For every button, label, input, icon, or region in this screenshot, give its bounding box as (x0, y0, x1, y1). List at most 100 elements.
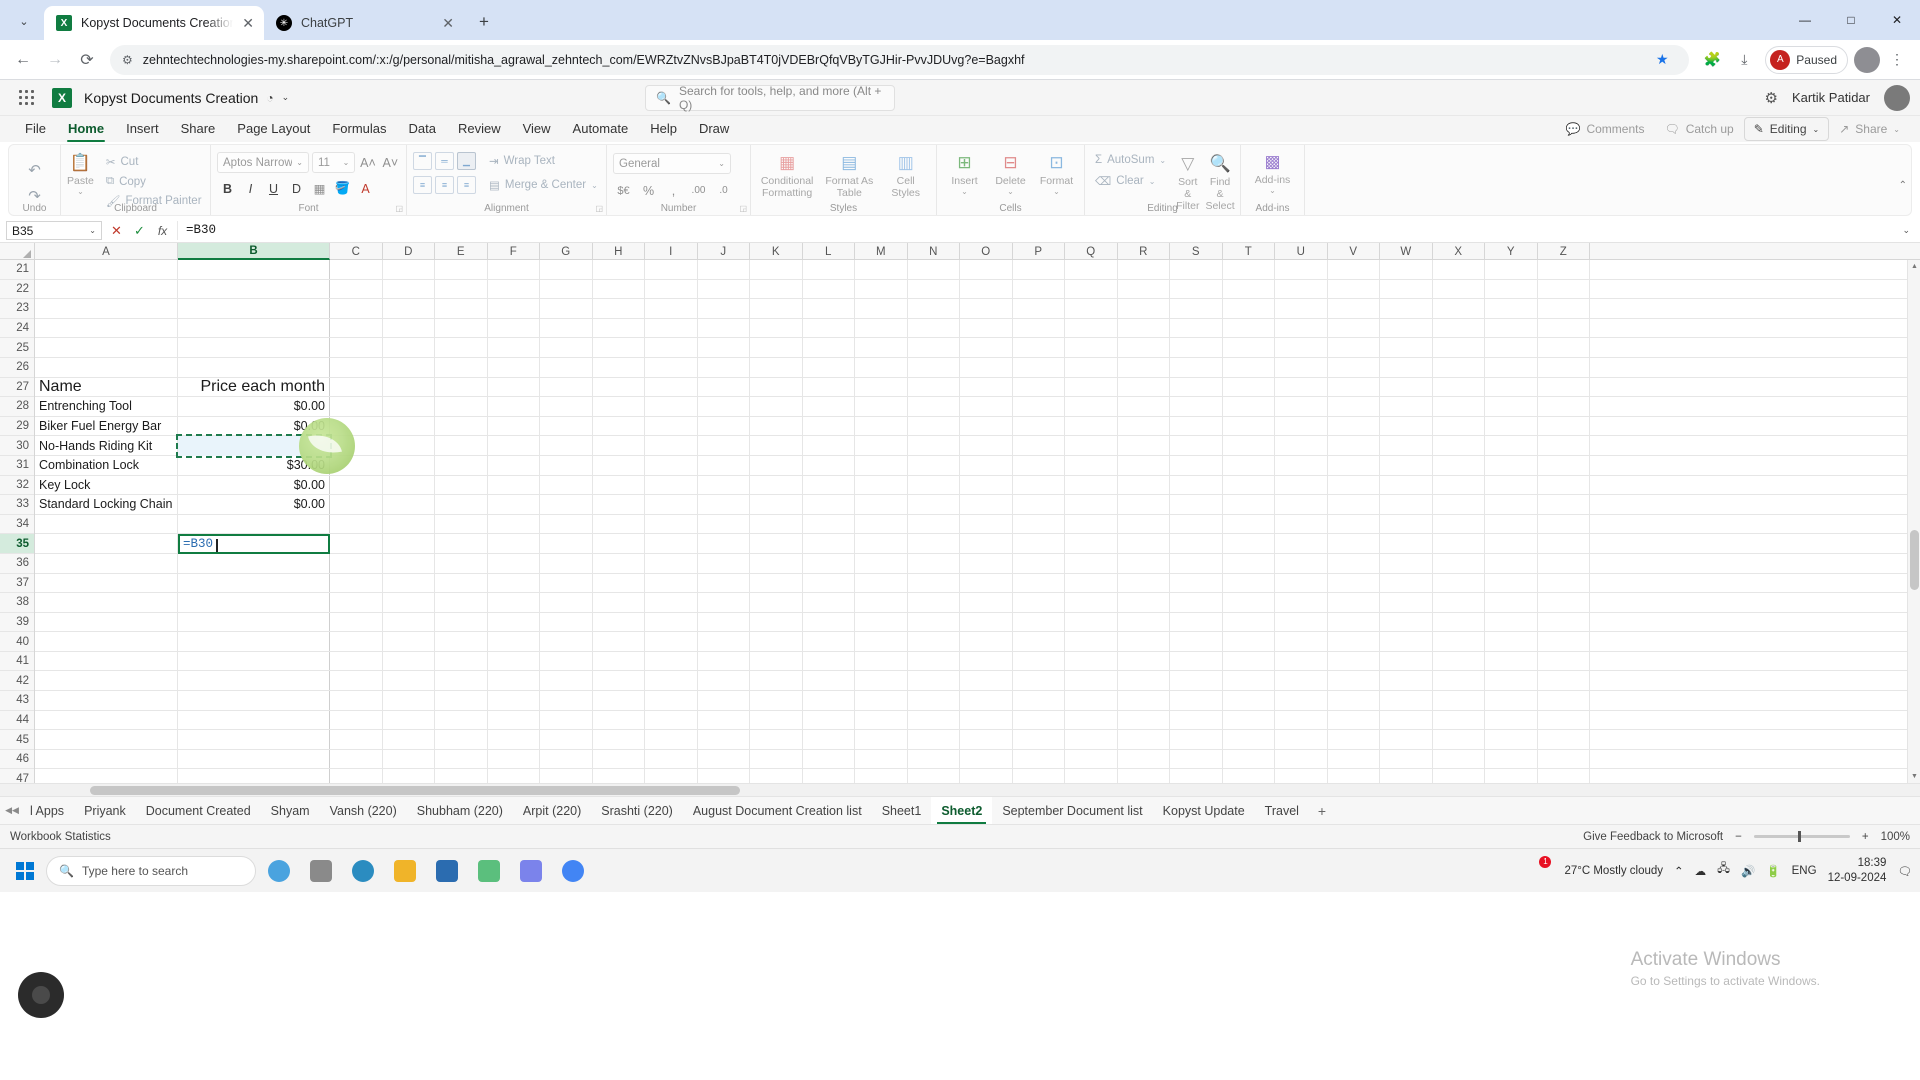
cell-U44[interactable] (1275, 710, 1328, 730)
cell-W33[interactable] (1380, 495, 1433, 514)
cell-A26[interactable] (35, 357, 178, 377)
cell-I42[interactable] (645, 671, 698, 691)
cell-Z45[interactable] (1538, 730, 1590, 749)
cell-O31[interactable] (960, 455, 1013, 475)
cell-C27[interactable] (330, 377, 383, 397)
row-header-27[interactable]: 27 (0, 378, 34, 398)
row-header-41[interactable]: 41 (0, 652, 34, 672)
row-header-42[interactable]: 42 (0, 671, 34, 692)
cell-D33[interactable] (383, 495, 435, 514)
cell-Z44[interactable] (1538, 710, 1590, 730)
cell-W42[interactable] (1380, 671, 1433, 691)
cell-M43[interactable] (855, 691, 908, 710)
cell-Y22[interactable] (1485, 279, 1538, 299)
cell-Z36[interactable] (1538, 553, 1590, 573)
cell-Y26[interactable] (1485, 357, 1538, 377)
cell-J31[interactable] (698, 455, 750, 475)
cell-G42[interactable] (540, 671, 593, 691)
bold-button[interactable]: B (217, 178, 238, 199)
cell-B33[interactable]: $0.00 (178, 495, 330, 514)
teams-icon[interactable] (512, 854, 550, 888)
row-header-43[interactable]: 43 (0, 691, 34, 711)
cell-F45[interactable] (488, 730, 540, 749)
cell-W32[interactable] (1380, 475, 1433, 495)
cell-Q46[interactable] (1065, 749, 1118, 769)
cell-X39[interactable] (1433, 612, 1485, 632)
cell-D43[interactable] (383, 691, 435, 710)
cell-H46[interactable] (593, 749, 645, 769)
minimize-icon[interactable]: — (1782, 0, 1828, 40)
cell-T26[interactable] (1223, 357, 1275, 377)
cell-M38[interactable] (855, 593, 908, 612)
cell-I26[interactable] (645, 357, 698, 377)
cell-H35[interactable] (593, 534, 645, 553)
row-header-31[interactable]: 31 (0, 456, 34, 476)
cell-G35[interactable] (540, 534, 593, 553)
cell-J41[interactable] (698, 651, 750, 671)
vertical-scroll-thumb[interactable] (1910, 530, 1919, 590)
browser-tab-excel[interactable]: X Kopyst Documents Creation.xlsx ✕ (44, 6, 264, 40)
cell-N35[interactable] (908, 534, 960, 553)
cell-K32[interactable] (750, 475, 803, 495)
cell-G24[interactable] (540, 318, 593, 338)
tab-automate[interactable]: Automate (562, 116, 640, 142)
row-header-33[interactable]: 33 (0, 495, 34, 515)
column-header-P[interactable]: P (1013, 243, 1065, 260)
cell-V39[interactable] (1328, 612, 1380, 632)
row-header-45[interactable]: 45 (0, 730, 34, 750)
cell-W29[interactable] (1380, 416, 1433, 436)
cell-S28[interactable] (1170, 397, 1223, 416)
cell-Y32[interactable] (1485, 475, 1538, 495)
cell-C37[interactable] (330, 573, 383, 593)
cell-D32[interactable] (383, 475, 435, 495)
cell-M35[interactable] (855, 534, 908, 553)
cell-T31[interactable] (1223, 455, 1275, 475)
cell-Y31[interactable] (1485, 455, 1538, 475)
cell-G37[interactable] (540, 573, 593, 593)
cell-Q21[interactable] (1065, 260, 1118, 279)
cell-L22[interactable] (803, 279, 855, 299)
cell-H42[interactable] (593, 671, 645, 691)
column-header-B[interactable]: B (178, 243, 330, 260)
cell-U21[interactable] (1275, 260, 1328, 279)
chrome-taskbar-icon[interactable] (554, 854, 592, 888)
cell-Z40[interactable] (1538, 632, 1590, 651)
cell-A29[interactable]: Biker Fuel Energy Bar (35, 416, 178, 436)
cell-H38[interactable] (593, 593, 645, 612)
cell-Q30[interactable] (1065, 436, 1118, 455)
cell-J42[interactable] (698, 671, 750, 691)
cell-X29[interactable] (1433, 416, 1485, 436)
cell-A21[interactable] (35, 260, 178, 279)
cell-E31[interactable] (435, 455, 488, 475)
cell-I35[interactable] (645, 534, 698, 553)
cell-J39[interactable] (698, 612, 750, 632)
cell-F44[interactable] (488, 710, 540, 730)
column-header-A[interactable]: A (35, 243, 178, 260)
sheet-tab-sheet1[interactable]: Sheet1 (872, 797, 932, 824)
cell-D27[interactable] (383, 377, 435, 397)
column-header-R[interactable]: R (1118, 243, 1170, 260)
cell-U30[interactable] (1275, 436, 1328, 455)
cell-U35[interactable] (1275, 534, 1328, 553)
cell-I22[interactable] (645, 279, 698, 299)
cell-R41[interactable] (1118, 651, 1170, 671)
cell-H31[interactable] (593, 455, 645, 475)
cell-D28[interactable] (383, 397, 435, 416)
cell-H44[interactable] (593, 710, 645, 730)
align-bottom-icon[interactable]: ▁ (457, 152, 476, 170)
increase-decimal-icon[interactable]: .00 (688, 180, 709, 201)
cell-W35[interactable] (1380, 534, 1433, 553)
cell-G29[interactable] (540, 416, 593, 436)
row-header-36[interactable]: 36 (0, 554, 34, 574)
cell-L35[interactable] (803, 534, 855, 553)
cell-J24[interactable] (698, 318, 750, 338)
cell-Z42[interactable] (1538, 671, 1590, 691)
cell-I24[interactable] (645, 318, 698, 338)
cell-M32[interactable] (855, 475, 908, 495)
column-header-I[interactable]: I (645, 243, 698, 260)
cell-I33[interactable] (645, 495, 698, 514)
cell-N30[interactable] (908, 436, 960, 455)
weather-widget[interactable]: 27°C Mostly cloudy (1564, 865, 1663, 877)
cell-D24[interactable] (383, 318, 435, 338)
cell-D39[interactable] (383, 612, 435, 632)
